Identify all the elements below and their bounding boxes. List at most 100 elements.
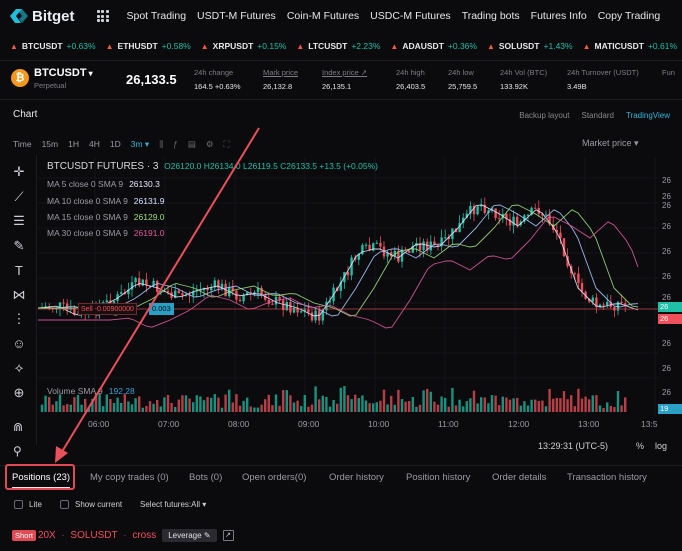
layout-backup[interactable]: Backup layout	[519, 111, 569, 120]
layout-tradingview[interactable]: TradingView	[626, 111, 670, 120]
time-label: 09:00	[298, 419, 320, 429]
expand-icon[interactable]: ⛶	[224, 139, 230, 150]
brush-icon[interactable]: ✎	[8, 234, 30, 259]
candle-body	[105, 300, 108, 303]
compare-icon[interactable]: ▤	[188, 139, 196, 150]
ticker-item[interactable]: ▲ LTCUSDT +2.23%	[296, 41, 380, 51]
tf-1d[interactable]: 1D	[110, 139, 121, 150]
ticker-item[interactable]: ▲ XRPUSDT +0.15%	[201, 41, 287, 51]
ticker-item[interactable]: ▲ BTCUSDT +0.63%	[10, 41, 96, 51]
futures-filter-select[interactable]: Select futures:All ▾	[140, 500, 206, 509]
crosshair-icon[interactable]: ✛	[8, 160, 30, 185]
emoji-icon[interactable]: ☺	[8, 332, 30, 357]
ticker-item[interactable]: ▲ SOLUSDT +1.43%	[487, 41, 573, 51]
position-symbol[interactable]: SOLUSDT	[70, 530, 117, 541]
time-label: 10:00	[368, 419, 390, 429]
volume-bar	[440, 396, 443, 412]
chevron-down-icon: ▾	[88, 69, 93, 78]
apps-grid-icon[interactable]	[96, 10, 109, 22]
nav-link-coin-m[interactable]: Coin-M Futures	[287, 10, 359, 22]
checkbox-icon[interactable]	[14, 500, 23, 509]
settings-icon[interactable]: ⚙	[206, 139, 214, 150]
volume-bar	[51, 404, 54, 412]
volume-bar	[224, 394, 227, 412]
tf-3m[interactable]: 3m ▾	[131, 139, 149, 150]
tab-position-history[interactable]: Position history	[406, 472, 470, 483]
pair-selector[interactable]: BTCUSDT ▾	[34, 67, 93, 79]
tab-open-orders[interactable]: Open orders(0)	[242, 472, 306, 483]
nav-link-copy-trading[interactable]: Copy Trading	[598, 10, 660, 22]
ruler-icon[interactable]: ⟡	[8, 356, 30, 381]
volume-bar	[253, 407, 256, 412]
fib-icon[interactable]: ⋮	[8, 307, 30, 332]
chart-symbol-line: BTCUSDT FUTURES · 3 O26120.0 H26134.0 L2…	[47, 161, 378, 172]
ticker-item[interactable]: ▲ MATICUSDT +0.61%	[583, 41, 677, 51]
tf-time[interactable]: Time	[13, 139, 32, 150]
zoom-in-icon[interactable]: ⊕	[8, 381, 30, 406]
ticker-item[interactable]: ▲ ADAUSDT +0.36%	[390, 41, 477, 51]
tf-4h[interactable]: 4H	[89, 139, 100, 150]
volume-bar	[195, 395, 198, 412]
show-current-toggle[interactable]: Show current	[60, 500, 122, 509]
lite-toggle[interactable]: Lite	[14, 500, 42, 509]
nav-link-futures-info[interactable]: Futures Info	[531, 10, 587, 22]
volume-bar	[516, 397, 519, 412]
market-price-select[interactable]: Market price ▾	[582, 138, 639, 149]
volume-bar	[166, 394, 170, 412]
candle-body	[408, 250, 411, 253]
tab-order-history[interactable]: Order history	[329, 472, 384, 483]
text-tool-icon[interactable]: T	[8, 258, 30, 283]
candle-type-icon[interactable]: ⫼	[159, 139, 163, 150]
volume-bar	[112, 402, 116, 412]
tab-transaction-history[interactable]: Transaction history	[567, 472, 647, 483]
nav-link-usdc-m[interactable]: USDC-M Futures	[370, 10, 451, 22]
hot-icon: ▲	[200, 41, 209, 51]
volume-legend: Volume SMA 9 192.28	[47, 386, 135, 396]
hot-icon: ▲	[390, 41, 399, 51]
chart-clock[interactable]: 13:29:31 (UTC-5)	[538, 441, 608, 451]
bitget-logo-icon	[10, 9, 28, 23]
volume-bar	[602, 407, 605, 412]
volume-bar	[530, 399, 533, 412]
leverage-button[interactable]: Leverage ✎	[162, 529, 217, 542]
log-scale-toggle[interactable]: log	[655, 441, 667, 451]
tab-copy-trades[interactable]: My copy trades (0)	[90, 472, 169, 483]
layout-standard[interactable]: Standard	[582, 111, 614, 120]
sell-order-label[interactable]: Sell -0.00900000	[78, 303, 137, 315]
separator-dot: ·	[61, 531, 65, 540]
volume-bar	[238, 405, 242, 412]
candle-body	[310, 312, 314, 321]
tf-15m[interactable]: 15m	[42, 139, 59, 150]
nav-link-spot[interactable]: Spot Trading	[127, 10, 187, 22]
sell-order-qty[interactable]: 0.003	[149, 303, 174, 315]
volume-bar	[264, 399, 267, 412]
tab-bots[interactable]: Bots (0)	[189, 472, 222, 483]
pattern-icon[interactable]: ⋈	[8, 283, 30, 308]
candle-body	[120, 292, 123, 295]
nav-link-usdt-m[interactable]: USDT-M Futures	[197, 10, 276, 22]
volume-bar	[390, 395, 393, 412]
volume-bar	[184, 395, 188, 412]
tab-order-details[interactable]: Order details	[492, 472, 546, 483]
ticker-item[interactable]: ▲ ETHUSDT +0.58%	[106, 41, 191, 51]
lock-drawing-icon[interactable]: ⚲	[13, 444, 22, 458]
volume-bar	[91, 398, 94, 412]
indicators-icon[interactable]: ƒ	[173, 139, 178, 150]
tf-1h[interactable]: 1H	[68, 139, 79, 150]
percent-scale-toggle[interactable]: %	[636, 441, 644, 451]
stat-index-price[interactable]: Index price ↗ 26,135.1	[322, 68, 367, 91]
share-icon[interactable]: ↗	[222, 530, 234, 541]
checkbox-icon[interactable]	[60, 500, 69, 509]
volume-bar	[591, 395, 594, 412]
trend-line-icon[interactable]: ⟋	[8, 185, 30, 210]
stat-label: Fun	[662, 68, 675, 77]
bottom-tabs: Positions (23) My copy trades (0) Bots (…	[0, 465, 682, 489]
volume-bar	[48, 397, 51, 412]
stat-24h-low: 24h low 25,759.5	[448, 68, 477, 91]
nav-link-bots[interactable]: Trading bots	[462, 10, 520, 22]
stat-value: 164.5 +0.63%	[194, 82, 241, 91]
horizontal-lines-icon[interactable]: ☰	[8, 209, 30, 234]
brand-logo[interactable]: Bitget	[10, 8, 75, 25]
magnet-icon[interactable]: ⋒	[13, 420, 23, 434]
volume-bar	[573, 406, 576, 412]
